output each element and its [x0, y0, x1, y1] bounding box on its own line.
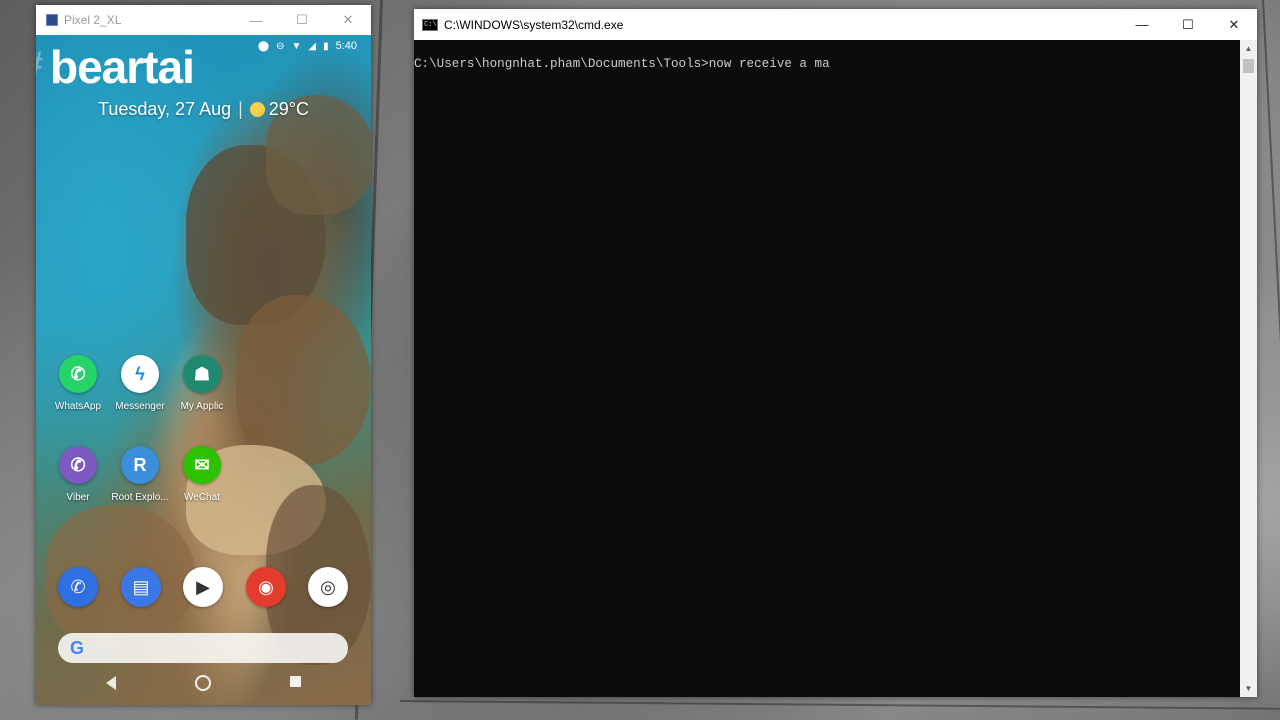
- app-label: Messenger: [115, 401, 165, 412]
- app-messenger[interactable]: ϟ Messenger: [108, 355, 172, 412]
- close-button[interactable]: ✕: [325, 5, 371, 35]
- glance-separator: |: [238, 99, 243, 119]
- desktop-crack: [1262, 0, 1280, 720]
- emulator-app-icon: [46, 14, 58, 26]
- app-android[interactable]: ☗ My Applic: [170, 355, 234, 412]
- messages-icon[interactable]: ▤: [121, 567, 161, 607]
- maximize-button[interactable]: ☐: [1165, 10, 1211, 40]
- app-label: Root Explo...: [111, 492, 169, 503]
- emulator-title: Pixel 2_XL: [64, 13, 122, 27]
- google-icon: G: [70, 637, 85, 658]
- app-label: My Applic: [180, 401, 224, 412]
- cmd-titlebar[interactable]: C:\ C:\WINDOWS\system32\cmd.exe — ☐ ✕: [414, 9, 1257, 40]
- desktop-crack: [399, 700, 1280, 710]
- phone-screen[interactable]: ⬤ ⊖ ▼ ◢ ▮ 5:40 # beartai Tuesday, 27 Aug…: [36, 35, 371, 705]
- android-icon: ☗: [183, 355, 221, 393]
- navigation-bar: [36, 665, 371, 705]
- app-label: WhatsApp: [54, 401, 102, 412]
- recent-apps-icon[interactable]: [290, 676, 301, 687]
- scroll-thumb[interactable]: [1243, 59, 1254, 73]
- app-root-explorer[interactable]: R Root Explo...: [108, 446, 172, 503]
- google-search-bar[interactable]: G: [58, 633, 348, 663]
- dnd-icon: ⊖: [276, 40, 285, 52]
- sun-icon: [249, 102, 265, 117]
- temperature-text: 29°C: [268, 99, 309, 119]
- back-icon[interactable]: [106, 676, 116, 690]
- chrome-icon[interactable]: ◉: [246, 567, 286, 607]
- beartai-watermark: beartai: [50, 41, 195, 93]
- minimize-button[interactable]: —: [233, 5, 279, 35]
- emulator-titlebar[interactable]: Pixel 2_XL — ☐ ✕: [36, 5, 371, 35]
- signal-icon: ◢: [308, 40, 317, 52]
- app-wechat[interactable]: ✉ WeChat: [170, 446, 234, 503]
- location-icon: ⬤: [257, 40, 270, 52]
- whatsapp-icon: ✆: [59, 355, 97, 393]
- app-whatsapp[interactable]: ✆ WhatsApp: [46, 355, 110, 412]
- close-button[interactable]: ✕: [1211, 10, 1257, 40]
- home-icon[interactable]: [195, 675, 211, 691]
- status-time: 5:40: [335, 40, 357, 52]
- brand-hash: #: [36, 45, 43, 84]
- app-label: WeChat: [184, 492, 220, 503]
- vertical-scrollbar[interactable]: ▲ ▼: [1240, 40, 1257, 697]
- messenger-icon: ϟ: [121, 355, 159, 393]
- console-area[interactable]: C:\Users\hongnhat.pham\Documents\Tools>n…: [414, 40, 1240, 697]
- app-label: Viber: [66, 492, 90, 503]
- maximize-button[interactable]: ☐: [279, 5, 325, 35]
- viber-icon: ✆: [59, 446, 97, 484]
- app-viber[interactable]: ✆ Viber: [46, 446, 110, 503]
- cmd-title: C:\WINDOWS\system32\cmd.exe: [444, 17, 624, 32]
- battery-icon: ▮: [323, 40, 329, 52]
- camera-icon[interactable]: ◎: [308, 567, 348, 607]
- wifi-icon: ▼: [291, 40, 302, 52]
- date-text: Tuesday, 27 Aug: [98, 99, 232, 119]
- scroll-up-icon[interactable]: ▲: [1240, 40, 1257, 57]
- scroll-down-icon[interactable]: ▼: [1240, 680, 1257, 697]
- wechat-icon: ✉: [183, 446, 221, 484]
- phone-icon[interactable]: ✆: [58, 567, 98, 607]
- root-explorer-icon: R: [121, 446, 159, 484]
- play-store-icon[interactable]: ▶: [183, 567, 223, 607]
- command-line[interactable]: C:\Users\hongnhat.pham\Documents\Tools>n…: [414, 57, 830, 71]
- cmd-window[interactable]: C:\ C:\WINDOWS\system32\cmd.exe — ☐ ✕ C:…: [414, 9, 1257, 697]
- glance-widget[interactable]: Tuesday, 27 Aug | 29°C: [36, 99, 371, 120]
- emulator-window[interactable]: Pixel 2_XL — ☐ ✕ ⬤ ⊖ ▼ ◢ ▮ 5:40 # bearta…: [36, 5, 371, 705]
- minimize-button[interactable]: —: [1119, 10, 1165, 40]
- wallpaper-rock: [236, 295, 371, 465]
- cmd-app-icon: C:\: [422, 18, 438, 31]
